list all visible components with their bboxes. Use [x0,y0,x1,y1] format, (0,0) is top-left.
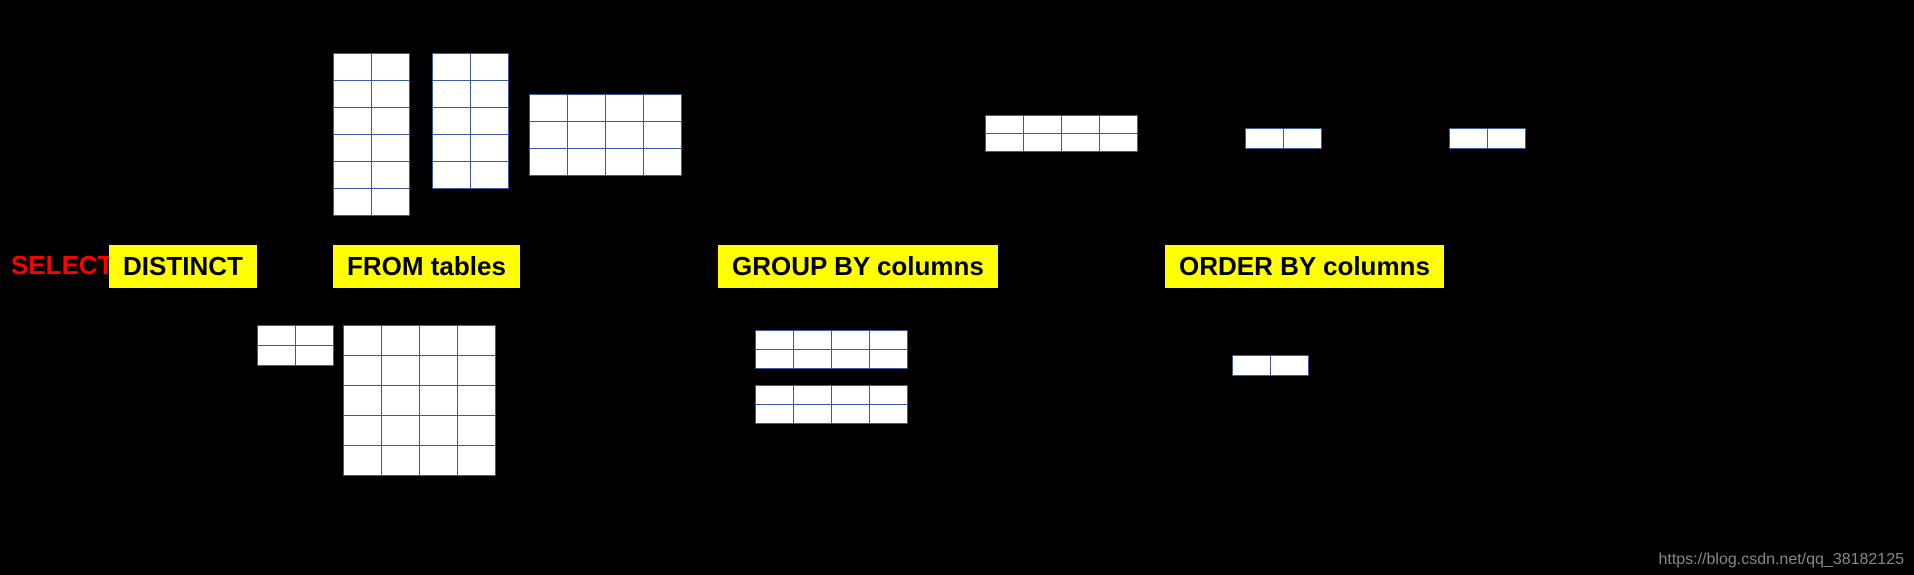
grid-top-right-3 [1449,128,1526,149]
grid-bottom-left-small [257,325,334,366]
grid-bottom-mid-1 [755,330,908,369]
select-keyword: SELECT [11,250,114,281]
grid-top-left-1 [333,53,410,216]
watermark-text: https://blog.csdn.net/qq_38182125 [1658,551,1904,569]
distinct-keyword: DISTINCT [109,245,257,288]
groupby-keyword: GROUP BY columns [718,245,998,288]
grid-bottom-right [1232,355,1309,376]
grid-top-left-2 [432,53,509,189]
grid-bottom-mid-2 [755,385,908,424]
grid-bottom-left-big [343,325,496,476]
grid-top-right-2 [1245,128,1322,149]
grid-top-right-1 [985,115,1138,152]
from-keyword: FROM tables [333,245,520,288]
orderby-keyword: ORDER BY columns [1165,245,1444,288]
grid-top-left-3 [529,94,682,176]
